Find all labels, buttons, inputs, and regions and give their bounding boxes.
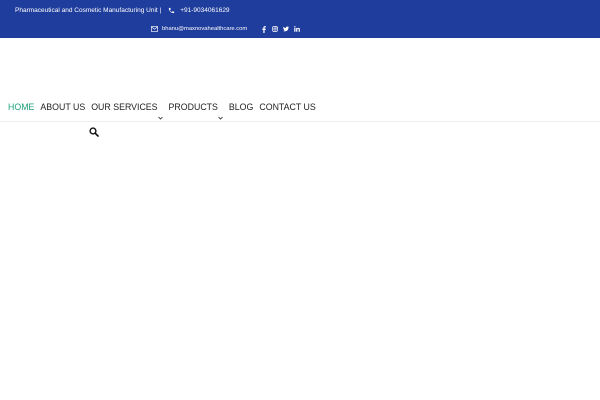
top-bar-row-2: bhanu@maxnovahealthcare.com	[151, 23, 301, 35]
nav-item-label: HOME	[8, 102, 35, 112]
mail-icon	[151, 26, 158, 32]
nav-item-home[interactable]: HOME	[8, 102, 34, 112]
phone-link[interactable]: +91-9034061629	[180, 7, 229, 14]
tagline: Pharmaceutical and Cosmetic Manufacturin…	[15, 6, 162, 14]
nav-item-label: BLOG	[228, 102, 254, 112]
top-bar-row-1: Pharmaceutical and Cosmetic Manufacturin…	[15, 4, 230, 16]
nav-divider	[0, 121, 600, 122]
top-bar: Pharmaceutical and Cosmetic Manufacturin…	[0, 0, 600, 38]
nav-item-label: CONTACT US	[259, 102, 316, 112]
email-link[interactable]: bhanu@maxnovahealthcare.com	[162, 26, 247, 32]
twitter-icon[interactable]	[283, 26, 290, 32]
nav-item-blog[interactable]: BLOG	[229, 102, 253, 112]
nav-item-label: OUR SERVICES	[91, 102, 158, 112]
nav-item-label: ABOUT US	[40, 102, 86, 112]
nav-item-about-us[interactable]: ABOUT US	[40, 102, 85, 112]
facebook-icon[interactable]	[261, 25, 267, 33]
main-nav: HOME ABOUT US OUR SERVICES PRODUCTS BLOG…	[8, 99, 322, 120]
linkedin-icon[interactable]	[294, 26, 301, 32]
chevron-down-icon	[218, 112, 223, 120]
nav-item-label: PRODUCTS	[168, 102, 218, 112]
instagram-icon[interactable]	[272, 26, 279, 32]
nav-item-contact-us[interactable]: CONTACT US	[259, 102, 315, 112]
chevron-down-icon	[157, 112, 163, 120]
nav-item-products[interactable]: PRODUCTS	[168, 102, 223, 120]
search-icon[interactable]	[89, 124, 99, 137]
social-links	[261, 25, 301, 33]
phone-icon	[168, 7, 175, 14]
nav-item-our-services[interactable]: OUR SERVICES	[91, 102, 163, 120]
